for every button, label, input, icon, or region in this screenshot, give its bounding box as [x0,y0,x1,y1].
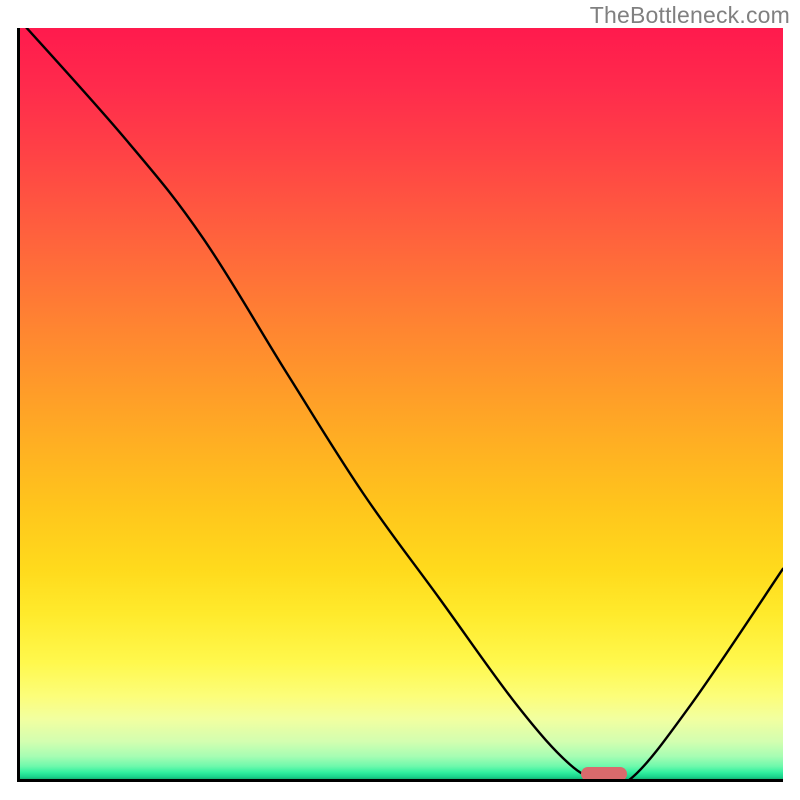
chart-container: TheBottleneck.com [0,0,800,800]
axes-frame [17,28,783,782]
watermark-text: TheBottleneck.com [590,2,790,29]
